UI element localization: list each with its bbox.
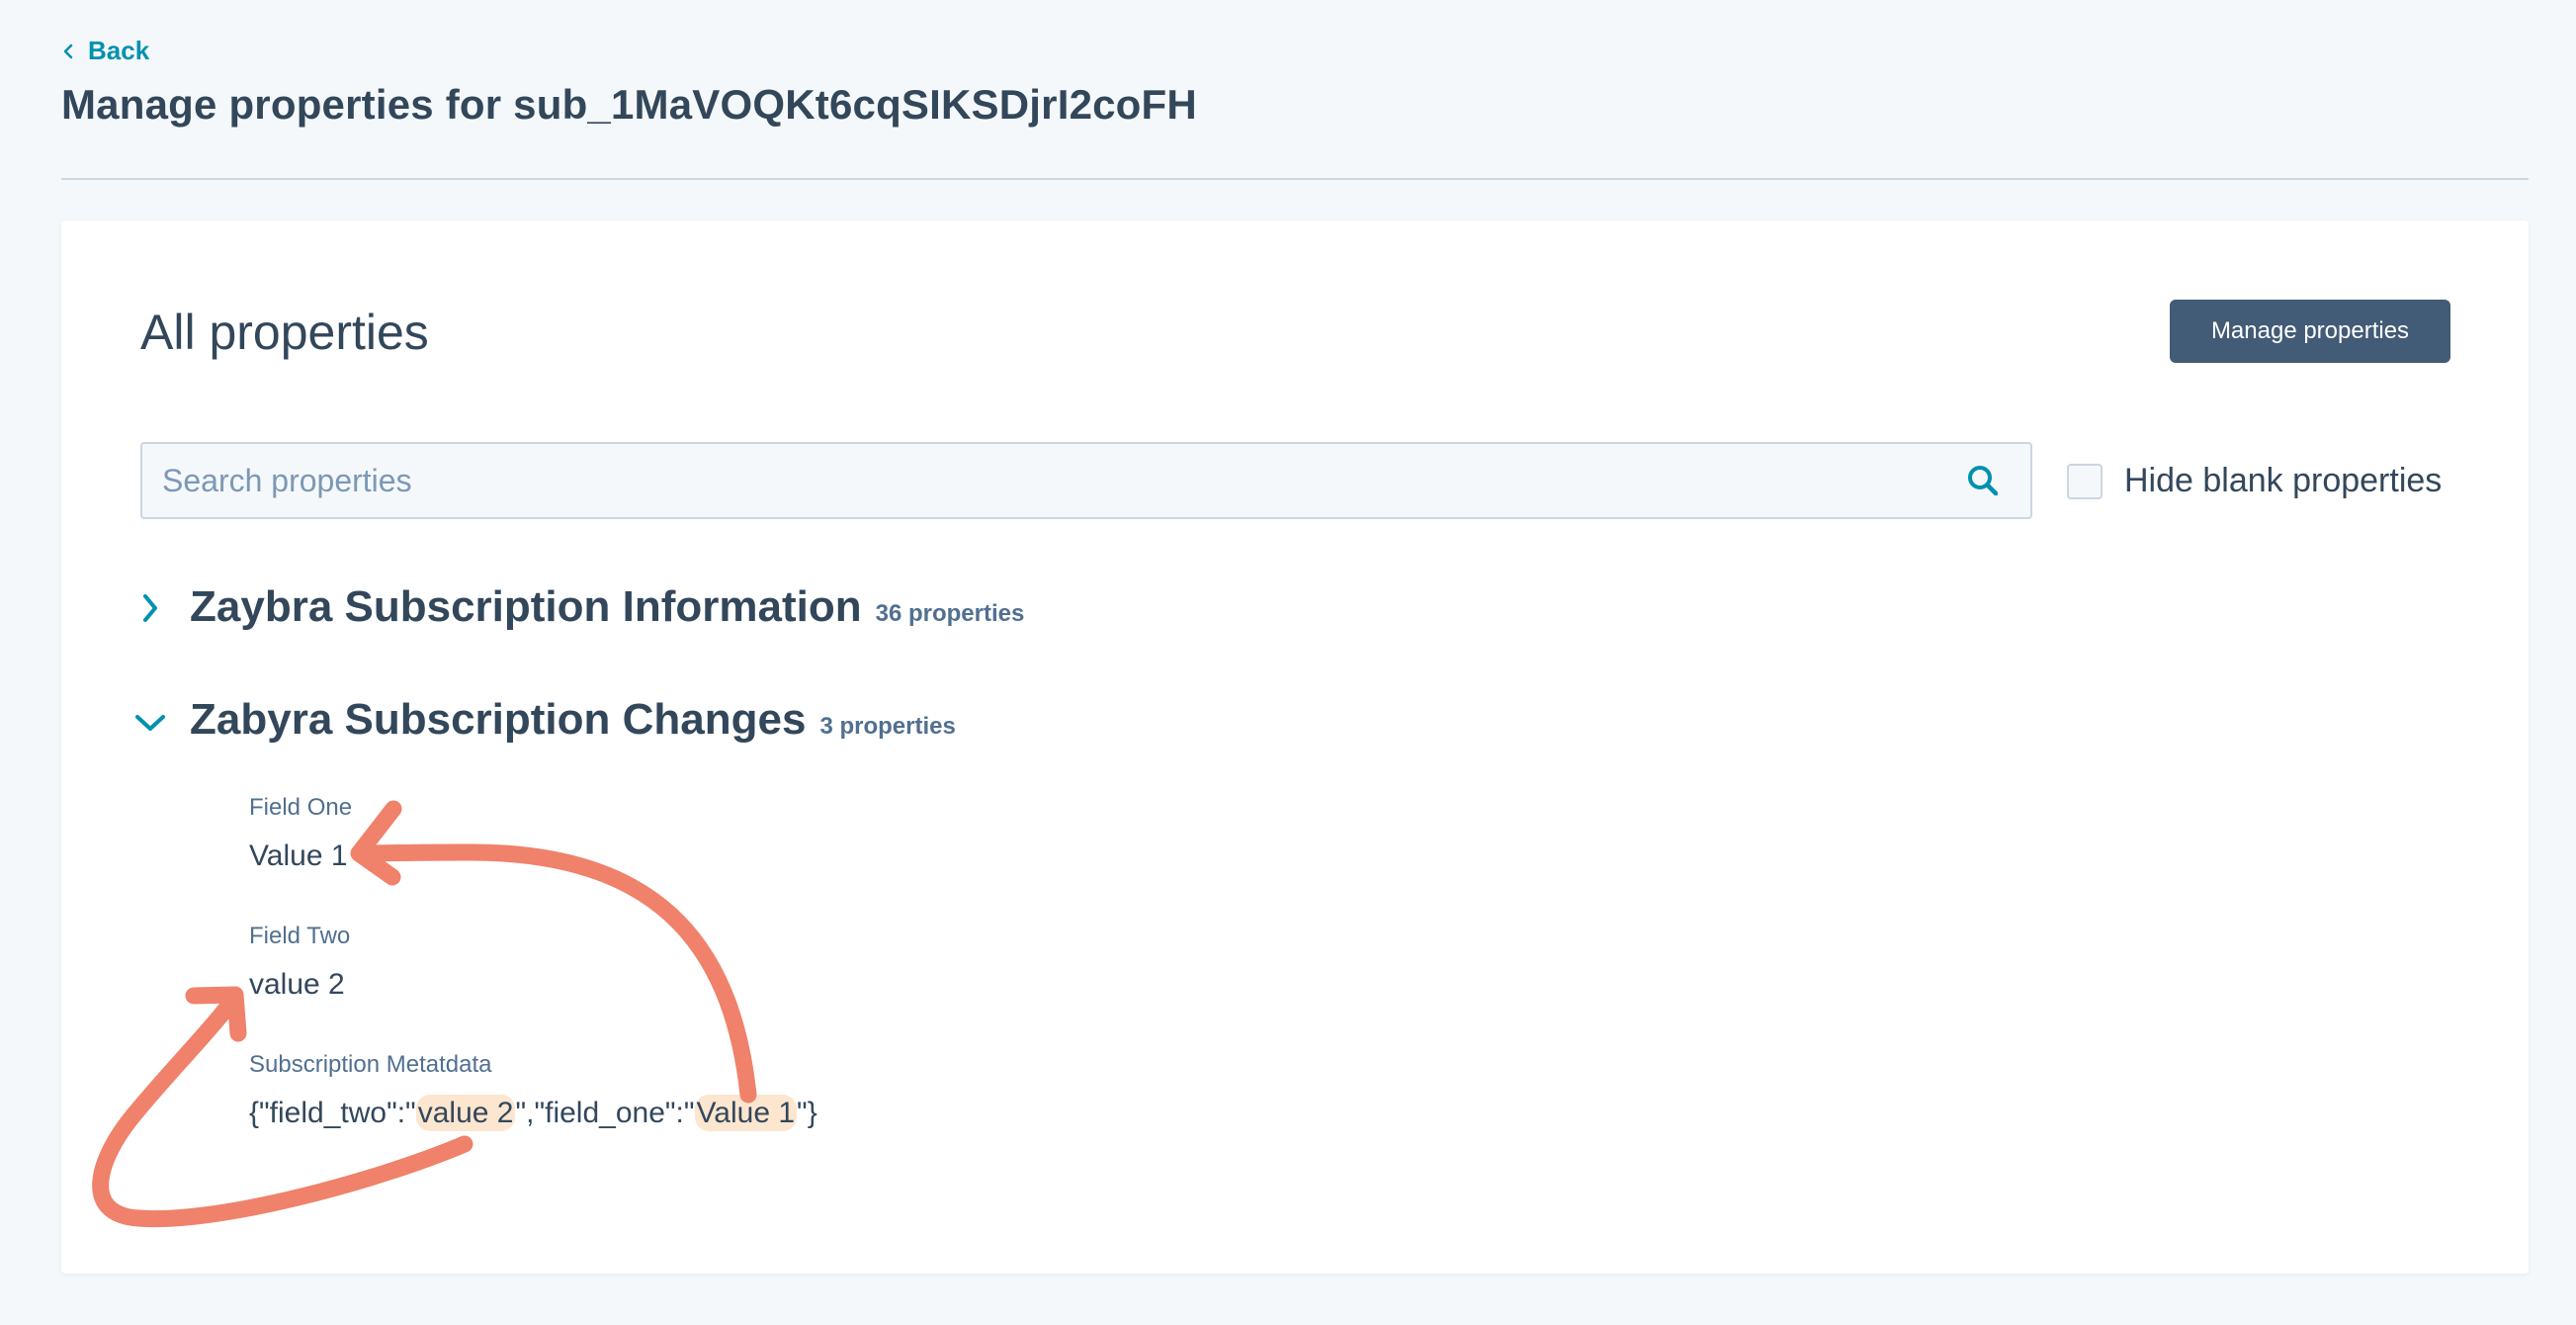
property-label-subscription-metadata: Subscription Metatdata: [249, 1051, 492, 1078]
group-name: Zaybra Subscription Information: [190, 582, 862, 631]
group-name: Zabyra Subscription Changes: [190, 695, 807, 744]
metadata-highlight-value-1: Value 1: [694, 1095, 798, 1131]
group-header-subscription-changes[interactable]: Zabyra Subscription Changes 3 properties: [130, 695, 956, 745]
search-icon[interactable]: [1963, 461, 2003, 500]
search-box: [140, 442, 2032, 519]
page-title: Manage properties for sub_1MaVOQKt6cqSIK…: [61, 81, 1197, 128]
properties-card: All properties Manage properties Hide bl…: [61, 221, 2529, 1274]
group-count: 36 properties: [875, 600, 1025, 627]
chevron-right-icon: [130, 588, 170, 628]
property-value-field-two: value 2: [249, 968, 345, 1001]
card-title: All properties: [140, 305, 429, 360]
manage-properties-button[interactable]: Manage properties: [2170, 300, 2450, 363]
chevron-down-icon: [130, 703, 170, 743]
group-header-subscription-information[interactable]: Zaybra Subscription Information 36 prope…: [130, 582, 1024, 632]
metadata-text: ","field_one":": [515, 1097, 695, 1129]
hide-blank-checkbox[interactable]: [2067, 463, 2103, 499]
back-link[interactable]: Back: [62, 36, 149, 66]
property-label-field-one: Field One: [249, 794, 353, 821]
search-input[interactable]: [142, 444, 1963, 517]
metadata-text: "}: [797, 1097, 817, 1129]
hide-blank-label: Hide blank properties: [2124, 462, 2443, 499]
chevron-left-icon: [63, 44, 73, 58]
hide-blank-toggle[interactable]: Hide blank properties: [2067, 462, 2442, 500]
property-label-field-two: Field Two: [249, 923, 351, 949]
metadata-text: {"field_two":": [249, 1097, 416, 1129]
header-divider: [61, 178, 2529, 180]
metadata-highlight-value-2: value 2: [415, 1095, 516, 1131]
property-value-subscription-metadata: {"field_two":"value 2","field_one":"Valu…: [249, 1095, 817, 1131]
group-count: 3 properties: [819, 713, 956, 740]
property-value-field-one: Value 1: [249, 839, 348, 872]
back-label: Back: [88, 36, 150, 65]
